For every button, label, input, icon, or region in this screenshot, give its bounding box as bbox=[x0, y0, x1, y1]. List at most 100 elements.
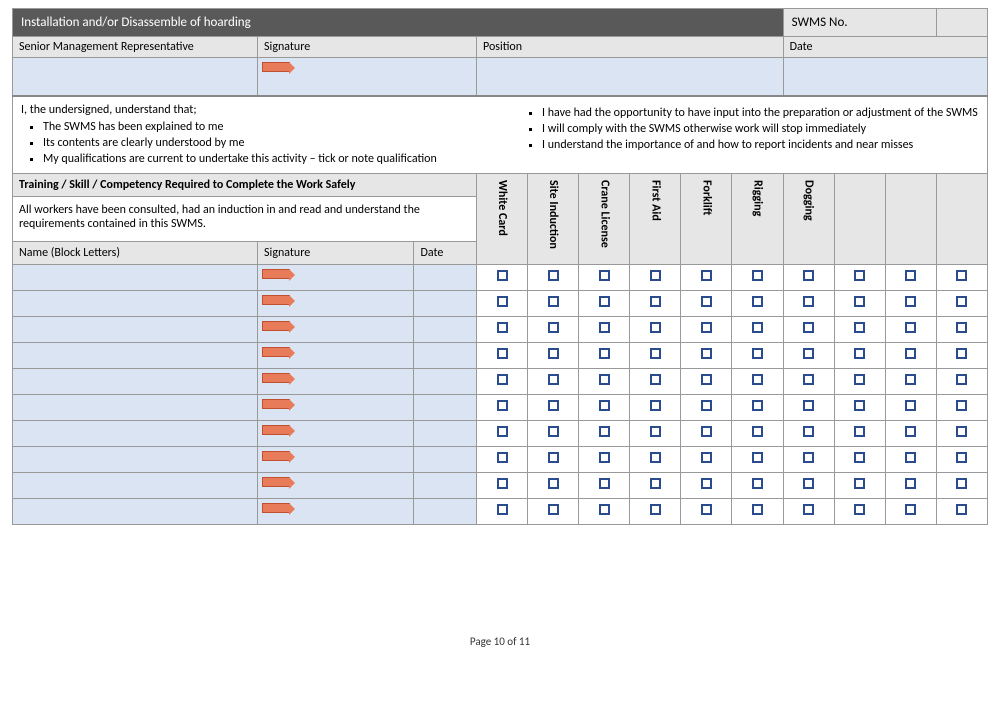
date-input[interactable] bbox=[414, 498, 477, 524]
date-input[interactable] bbox=[414, 316, 477, 342]
skill-checkbox-cell[interactable] bbox=[579, 446, 630, 472]
name-input[interactable] bbox=[13, 446, 258, 472]
skill-checkbox-cell[interactable] bbox=[732, 420, 783, 446]
skill-checkbox-cell[interactable] bbox=[630, 498, 681, 524]
signature-input[interactable] bbox=[258, 342, 414, 368]
skill-checkbox-cell[interactable] bbox=[477, 420, 528, 446]
skill-checkbox-cell[interactable] bbox=[579, 420, 630, 446]
name-input[interactable] bbox=[13, 368, 258, 394]
date-input[interactable] bbox=[414, 472, 477, 498]
skill-checkbox-cell[interactable] bbox=[885, 316, 936, 342]
name-input[interactable] bbox=[13, 290, 258, 316]
name-input[interactable] bbox=[13, 342, 258, 368]
skill-checkbox-cell[interactable] bbox=[834, 420, 885, 446]
skill-checkbox-cell[interactable] bbox=[681, 498, 732, 524]
skill-checkbox-cell[interactable] bbox=[732, 368, 783, 394]
skill-checkbox-cell[interactable] bbox=[681, 290, 732, 316]
skill-checkbox-cell[interactable] bbox=[528, 290, 579, 316]
skill-checkbox-cell[interactable] bbox=[834, 446, 885, 472]
skill-checkbox-cell[interactable] bbox=[885, 290, 936, 316]
skill-checkbox-cell[interactable] bbox=[783, 472, 834, 498]
skill-checkbox-cell[interactable] bbox=[885, 498, 936, 524]
skill-checkbox-cell[interactable] bbox=[885, 394, 936, 420]
input-senior-rep[interactable] bbox=[13, 58, 258, 96]
skill-checkbox-cell[interactable] bbox=[528, 342, 579, 368]
date-input[interactable] bbox=[414, 368, 477, 394]
skill-checkbox-cell[interactable] bbox=[783, 368, 834, 394]
skill-checkbox-cell[interactable] bbox=[936, 394, 987, 420]
skill-checkbox-cell[interactable] bbox=[477, 290, 528, 316]
skill-checkbox-cell[interactable] bbox=[732, 394, 783, 420]
name-input[interactable] bbox=[13, 472, 258, 498]
skill-checkbox-cell[interactable] bbox=[936, 342, 987, 368]
skill-checkbox-cell[interactable] bbox=[681, 368, 732, 394]
skill-checkbox-cell[interactable] bbox=[936, 472, 987, 498]
skill-checkbox-cell[interactable] bbox=[783, 264, 834, 290]
skill-checkbox-cell[interactable] bbox=[885, 264, 936, 290]
skill-checkbox-cell[interactable] bbox=[783, 420, 834, 446]
skill-checkbox-cell[interactable] bbox=[732, 290, 783, 316]
skill-checkbox-cell[interactable] bbox=[834, 290, 885, 316]
skill-checkbox-cell[interactable] bbox=[783, 394, 834, 420]
skill-checkbox-cell[interactable] bbox=[528, 394, 579, 420]
signature-input[interactable] bbox=[258, 446, 414, 472]
skill-checkbox-cell[interactable] bbox=[630, 342, 681, 368]
skill-checkbox-cell[interactable] bbox=[681, 472, 732, 498]
skill-checkbox-cell[interactable] bbox=[783, 342, 834, 368]
skill-checkbox-cell[interactable] bbox=[732, 264, 783, 290]
date-input[interactable] bbox=[414, 342, 477, 368]
signature-input[interactable] bbox=[258, 472, 414, 498]
skill-checkbox-cell[interactable] bbox=[477, 264, 528, 290]
skill-checkbox-cell[interactable] bbox=[630, 446, 681, 472]
skill-checkbox-cell[interactable] bbox=[732, 342, 783, 368]
skill-checkbox-cell[interactable] bbox=[783, 446, 834, 472]
skill-checkbox-cell[interactable] bbox=[834, 264, 885, 290]
skill-checkbox-cell[interactable] bbox=[528, 446, 579, 472]
skill-checkbox-cell[interactable] bbox=[834, 394, 885, 420]
signature-input[interactable] bbox=[258, 264, 414, 290]
skill-checkbox-cell[interactable] bbox=[936, 446, 987, 472]
skill-checkbox-cell[interactable] bbox=[732, 498, 783, 524]
skill-checkbox-cell[interactable] bbox=[477, 472, 528, 498]
skill-checkbox-cell[interactable] bbox=[885, 368, 936, 394]
skill-checkbox-cell[interactable] bbox=[732, 446, 783, 472]
skill-checkbox-cell[interactable] bbox=[477, 368, 528, 394]
skill-checkbox-cell[interactable] bbox=[579, 368, 630, 394]
skill-checkbox-cell[interactable] bbox=[579, 394, 630, 420]
skill-checkbox-cell[interactable] bbox=[579, 342, 630, 368]
skill-checkbox-cell[interactable] bbox=[630, 394, 681, 420]
skill-checkbox-cell[interactable] bbox=[630, 368, 681, 394]
skill-checkbox-cell[interactable] bbox=[528, 264, 579, 290]
signature-input[interactable] bbox=[258, 394, 414, 420]
input-position[interactable] bbox=[477, 58, 784, 96]
skill-checkbox-cell[interactable] bbox=[936, 290, 987, 316]
signature-input[interactable] bbox=[258, 368, 414, 394]
skill-checkbox-cell[interactable] bbox=[834, 342, 885, 368]
skill-checkbox-cell[interactable] bbox=[834, 316, 885, 342]
skill-checkbox-cell[interactable] bbox=[936, 316, 987, 342]
skill-checkbox-cell[interactable] bbox=[783, 316, 834, 342]
skill-checkbox-cell[interactable] bbox=[528, 498, 579, 524]
name-input[interactable] bbox=[13, 420, 258, 446]
skill-checkbox-cell[interactable] bbox=[885, 342, 936, 368]
signature-input[interactable] bbox=[258, 498, 414, 524]
skill-checkbox-cell[interactable] bbox=[528, 368, 579, 394]
skill-checkbox-cell[interactable] bbox=[579, 498, 630, 524]
skill-checkbox-cell[interactable] bbox=[477, 498, 528, 524]
skill-checkbox-cell[interactable] bbox=[630, 472, 681, 498]
skill-checkbox-cell[interactable] bbox=[528, 420, 579, 446]
skill-checkbox-cell[interactable] bbox=[477, 342, 528, 368]
skill-checkbox-cell[interactable] bbox=[936, 264, 987, 290]
skill-checkbox-cell[interactable] bbox=[783, 498, 834, 524]
skill-checkbox-cell[interactable] bbox=[885, 420, 936, 446]
skill-checkbox-cell[interactable] bbox=[732, 316, 783, 342]
skill-checkbox-cell[interactable] bbox=[630, 316, 681, 342]
skill-checkbox-cell[interactable] bbox=[681, 342, 732, 368]
skill-checkbox-cell[interactable] bbox=[630, 420, 681, 446]
signature-input[interactable] bbox=[258, 316, 414, 342]
skill-checkbox-cell[interactable] bbox=[834, 472, 885, 498]
skill-checkbox-cell[interactable] bbox=[477, 446, 528, 472]
name-input[interactable] bbox=[13, 264, 258, 290]
swms-no-value[interactable] bbox=[936, 9, 987, 37]
input-date-top[interactable] bbox=[783, 58, 987, 96]
